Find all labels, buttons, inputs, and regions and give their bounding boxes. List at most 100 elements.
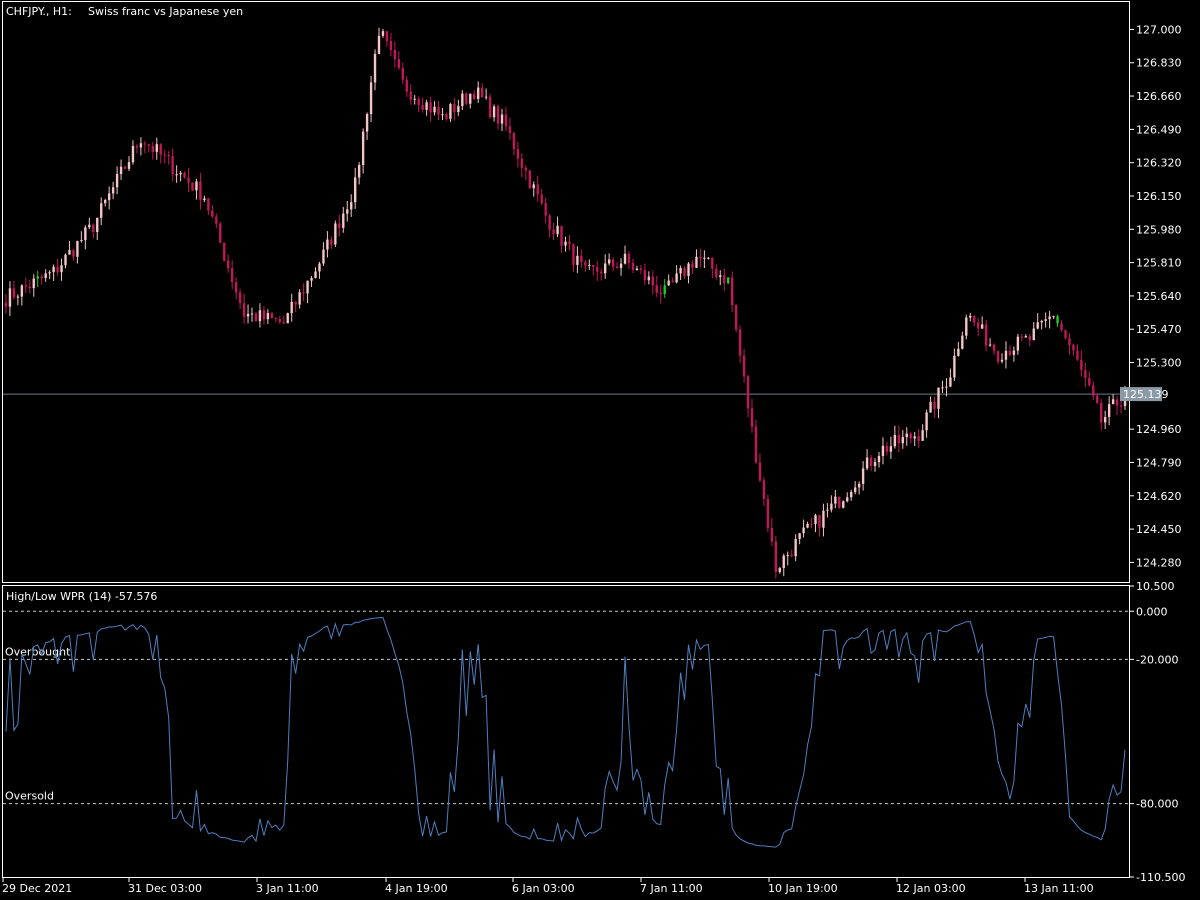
candle-body (762, 480, 766, 499)
candle-body (1028, 336, 1031, 341)
candle (1100, 398, 1103, 431)
candle-body (746, 376, 750, 409)
candle-body (492, 106, 496, 118)
candle-body (385, 31, 389, 41)
candle-body (822, 510, 825, 528)
candle (691, 260, 694, 274)
candle-body (544, 202, 547, 216)
candle-body (1036, 322, 1039, 329)
candle-body (592, 264, 595, 267)
candle (1084, 362, 1087, 388)
candle (207, 198, 210, 216)
candle-body (965, 317, 968, 336)
candle (988, 338, 992, 347)
candle-body (512, 133, 516, 150)
candle-body (921, 430, 924, 441)
candle (139, 137, 143, 156)
price-tick-label: 124.960 (1136, 423, 1182, 436)
candle-body (322, 249, 325, 264)
candle-body (203, 198, 206, 201)
candle (770, 518, 774, 546)
candle (548, 213, 551, 238)
candle (790, 549, 793, 558)
candle (465, 92, 468, 106)
candle (984, 320, 988, 352)
candle-body (230, 268, 234, 283)
candle (873, 458, 877, 472)
candle (719, 270, 722, 286)
candle (917, 428, 920, 448)
candle (298, 289, 301, 309)
candle (738, 325, 742, 364)
candle-body (1115, 399, 1119, 406)
candle (508, 117, 512, 140)
candle-body (278, 319, 281, 323)
candle (397, 51, 401, 70)
candle-body (484, 96, 488, 98)
candle-body (897, 434, 901, 444)
candle (290, 293, 293, 322)
candle (171, 148, 174, 182)
candle (385, 30, 389, 47)
candle-body (846, 497, 849, 502)
candle (727, 277, 730, 285)
candle (941, 380, 944, 393)
candle-body (373, 53, 377, 83)
candle (707, 256, 710, 260)
candle (496, 104, 500, 130)
candle-body (286, 313, 289, 324)
candle-body (4, 302, 8, 307)
candle-body (734, 305, 738, 330)
candle (842, 500, 845, 509)
candle-body (107, 193, 111, 201)
candle (310, 275, 313, 287)
candle-body (143, 143, 147, 145)
candle-body (881, 445, 885, 456)
chart-canvas[interactable]: 127.000 126.830 126.660 126.490 126.320 126.1… (0, 0, 1200, 900)
candle-body (925, 412, 928, 431)
candle-body (754, 426, 758, 463)
candle-body (758, 462, 762, 481)
candle (1080, 350, 1083, 377)
candle (627, 250, 631, 269)
candle (64, 253, 67, 269)
candle (957, 341, 960, 357)
candle-body (635, 268, 639, 270)
time-axis: 29 Dec 2021 31 Dec 03:00 3 Jan 11:00 4 Jan … (2, 878, 1094, 895)
candle-body (889, 446, 893, 452)
candle-body (477, 87, 480, 99)
candle (421, 97, 424, 113)
candle-body (282, 322, 285, 324)
candle (393, 41, 397, 68)
candle (584, 259, 587, 272)
candle-body (119, 166, 123, 175)
candle (564, 236, 567, 252)
candle-body (421, 105, 424, 110)
candle-body (159, 144, 162, 155)
candle-body (671, 280, 674, 283)
candle (484, 88, 488, 100)
candle-body (552, 229, 555, 235)
candle-body (350, 202, 353, 210)
candle (457, 99, 460, 116)
candle-body (80, 240, 83, 242)
candle (925, 409, 928, 438)
candle (318, 261, 321, 279)
candle (528, 169, 531, 190)
candle (596, 260, 599, 282)
candle-body (659, 292, 662, 294)
time-tick-label: 3 Jan 11:00 (256, 882, 319, 895)
time-tick-label: 4 Jan 19:00 (385, 882, 448, 895)
current-price-badge: 125.139 (1120, 387, 1169, 402)
candle-body (627, 253, 631, 263)
candle (1092, 381, 1095, 401)
candle-body (465, 93, 468, 104)
candle (782, 553, 785, 577)
candle (159, 143, 162, 164)
candle (615, 262, 619, 269)
candle-body (576, 255, 579, 265)
candle-body (270, 313, 274, 319)
candle (12, 280, 16, 300)
candle (588, 259, 591, 270)
candle (115, 166, 119, 195)
